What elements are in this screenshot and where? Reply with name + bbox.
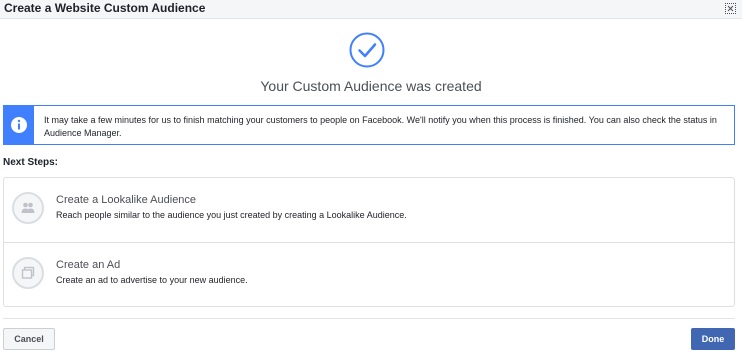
- lookalike-title: Create a Lookalike Audience: [56, 194, 197, 206]
- create-custom-audience-dialog: Create a Website Custom Audience Your Cu…: [0, 0, 742, 355]
- checkmark-circle-icon: [349, 32, 385, 68]
- close-button[interactable]: [725, 3, 736, 14]
- next-steps-heading: Next Steps:: [3, 157, 59, 168]
- create-ad-title: Create an Ad: [56, 259, 121, 271]
- footer-divider: [3, 318, 735, 319]
- close-icon: [727, 5, 734, 12]
- done-button[interactable]: Done: [691, 328, 735, 350]
- notice-accent-bar: [4, 106, 34, 144]
- people-icon: [12, 192, 44, 224]
- dialog-title: Create a Website Custom Audience: [4, 1, 206, 15]
- cancel-button[interactable]: Cancel: [3, 328, 55, 350]
- ad-icon: [12, 257, 44, 289]
- next-steps-list: Create a Lookalike Audience Reach people…: [3, 177, 735, 307]
- info-notice: It may take a few minutes for us to fini…: [3, 105, 735, 145]
- create-ad-description: Create an ad to advertise to your new au…: [56, 275, 248, 285]
- notice-text: It may take a few minutes for us to fini…: [44, 115, 717, 138]
- success-message: Your Custom Audience was created: [260, 78, 482, 94]
- create-lookalike-audience-option[interactable]: Create a Lookalike Audience Reach people…: [4, 178, 734, 242]
- info-icon: [11, 117, 27, 133]
- create-ad-option[interactable]: Create an Ad Create an ad to advertise t…: [4, 243, 734, 307]
- lookalike-description: Reach people similar to the audience you…: [56, 210, 407, 220]
- dialog-header: Create a Website Custom Audience: [0, 0, 742, 19]
